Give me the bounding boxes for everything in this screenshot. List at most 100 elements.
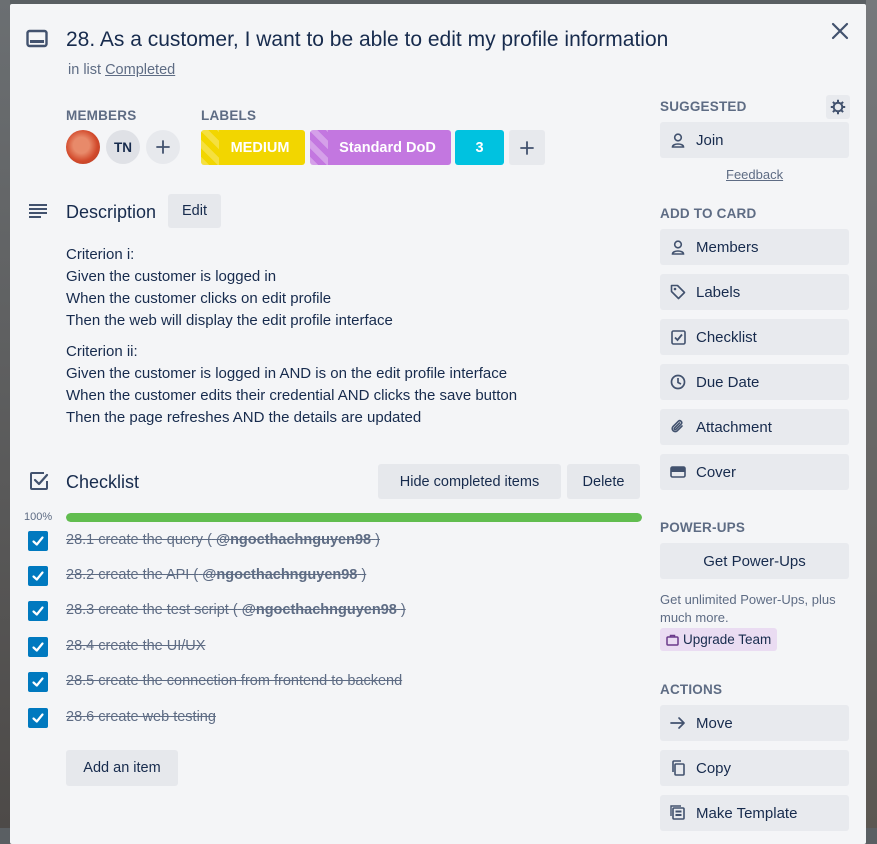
card-list-location: in list Completed (68, 62, 175, 78)
checklist-item-text[interactable]: 28.2 create the API ( @ngocthachnguyen98… (66, 567, 366, 583)
label-three[interactable]: 3 (455, 130, 504, 165)
sidebar-button-label: Move (696, 714, 733, 732)
hide-completed-button[interactable]: Hide completed items (378, 464, 561, 499)
member-avatar-initials[interactable]: TN (106, 130, 140, 164)
checkbox-checked[interactable] (28, 672, 48, 692)
edit-description-button[interactable]: Edit (168, 194, 221, 228)
join-label: Join (696, 131, 724, 149)
close-icon[interactable] (828, 19, 852, 43)
suggested-heading: SUGGESTED (660, 99, 747, 114)
sidebar-button-label: Checklist (696, 328, 757, 346)
description-paragraph: Criterion ii: Given the customer is logg… (66, 341, 517, 429)
in-list-prefix: in list (68, 62, 102, 78)
checkmark-icon (32, 536, 44, 546)
add-member-button[interactable] (146, 130, 180, 164)
checklist-item-label: 28.4 create the UI/UX (66, 638, 206, 654)
checklist-icon (30, 472, 49, 490)
desc-line: Criterion ii: (66, 343, 138, 360)
mention[interactable]: @ngocthachnguyen98 (202, 567, 357, 583)
checkmark-icon (32, 677, 44, 687)
members-button[interactable]: Members (660, 229, 849, 265)
attachment-button[interactable]: Attachment (660, 409, 849, 445)
checklist-item[interactable]: 28.5 create the connection from frontend… (28, 672, 648, 694)
mention[interactable]: @ngocthachnguyen98 (242, 602, 397, 618)
checklist-item-text[interactable]: 28.1 create the query ( @ngocthachnguyen… (66, 532, 380, 548)
checkmark-icon (32, 713, 44, 723)
checkbox-checked[interactable] (28, 601, 48, 621)
delete-checklist-button[interactable]: Delete (567, 464, 640, 499)
add-to-card-heading: ADD TO CARD (660, 206, 757, 221)
powerups-heading: POWER-UPS (660, 520, 746, 535)
checklist-item[interactable]: 28.2 create the API ( @ngocthachnguyen98… (28, 566, 648, 588)
checkbox-checked[interactable] (28, 566, 48, 586)
desc-line: When the customer clicks on edit profile (66, 290, 332, 307)
add-item-button[interactable]: Add an item (66, 750, 178, 786)
plus-icon (520, 140, 534, 155)
members-heading: MEMBERS (66, 108, 137, 123)
description-text[interactable]: Criterion i: Given the customer is logge… (66, 244, 517, 438)
checkbox-checked[interactable] (28, 637, 48, 657)
checklist-item-text[interactable]: 28.3 create the test script ( @ngocthach… (66, 602, 406, 618)
person-icon (670, 239, 686, 255)
card-icon (26, 29, 48, 48)
list-link[interactable]: Completed (105, 62, 175, 78)
feedback-link[interactable]: Feedback (726, 167, 783, 182)
upgrade-team-button[interactable]: Upgrade Team (660, 628, 778, 651)
upgrade-label: Upgrade Team (683, 632, 772, 647)
label-standard-dod[interactable]: Standard DoD (310, 130, 451, 165)
checklist-item-label: 28.3 create the test script ( (66, 602, 238, 618)
checklist-item[interactable]: 28.6 create web testing (28, 708, 648, 730)
label-medium[interactable]: MEDIUM (201, 130, 305, 165)
labels-button[interactable]: Labels (660, 274, 849, 310)
checklist-item-label: 28.5 create the connection from frontend… (66, 673, 403, 689)
plus-icon (156, 140, 170, 154)
member-avatar-photo[interactable] (66, 130, 100, 164)
tag-icon (670, 284, 686, 300)
checklist-item-label: 28.1 create the query ( (66, 532, 212, 548)
cover-button[interactable]: Cover (660, 454, 849, 490)
checkbox-checked[interactable] (28, 531, 48, 551)
checklist-item-label: 28.2 create the API ( (66, 567, 199, 583)
mention[interactable]: @ngocthachnguyen98 (216, 532, 371, 548)
checklist-heading: Checklist (66, 472, 140, 492)
checklist-item-text[interactable]: 28.5 create the connection from frontend… (66, 673, 402, 689)
due-date-button[interactable]: Due Date (660, 364, 849, 400)
move-button[interactable]: Move (660, 705, 849, 741)
board-backdrop-left (0, 0, 10, 828)
template-icon (670, 805, 686, 821)
add-label-button[interactable] (509, 130, 545, 165)
checklist-item-text[interactable]: 28.4 create the UI/UX (66, 638, 205, 654)
checklist-item-suffix: ) (361, 567, 367, 583)
join-button[interactable]: Join (660, 122, 849, 158)
gear-icon (830, 99, 846, 115)
checklist-button[interactable]: Checklist (660, 319, 849, 355)
checklist-item-label: 28.6 create web testing (66, 709, 216, 725)
board-backdrop-right (866, 0, 877, 828)
checklist-item[interactable]: 28.4 create the UI/UX (28, 637, 648, 659)
desc-line: Then the page refreshes AND the details … (66, 409, 422, 426)
sidebar-button-label: Due Date (696, 373, 760, 391)
copy-icon (670, 760, 686, 776)
sidebar-button-label: Make Template (696, 804, 798, 822)
sidebar-button-label: Attachment (696, 418, 772, 436)
progress-fill (66, 513, 642, 522)
sidebar-button-label: Members (696, 238, 759, 256)
checklist-item[interactable]: 28.1 create the query ( @ngocthachnguyen… (28, 531, 648, 553)
checkbox-checked[interactable] (28, 708, 48, 728)
description-heading: Description (66, 202, 157, 222)
copy-button[interactable]: Copy (660, 750, 849, 786)
checkmark-icon (32, 642, 44, 652)
make-template-button[interactable]: Make Template (660, 795, 849, 831)
desc-line: Given the customer is logged in AND is o… (66, 365, 508, 382)
labels-heading: LABELS (201, 108, 257, 123)
checklist-item-suffix: ) (400, 602, 406, 618)
sidebar-button-label: Copy (696, 759, 732, 777)
actions-heading: ACTIONS (660, 682, 723, 697)
card-title[interactable]: 28. As a customer, I want to be able to … (66, 28, 668, 52)
get-powerups-button[interactable]: Get Power-Ups (660, 543, 849, 579)
checklist-item-text[interactable]: 28.6 create web testing (66, 709, 216, 725)
suggested-settings-button[interactable] (826, 95, 850, 119)
checklist-item[interactable]: 28.3 create the test script ( @ngocthach… (28, 601, 648, 623)
desc-line: Criterion i: (66, 246, 135, 263)
desc-line: Given the customer is logged in (66, 268, 277, 285)
